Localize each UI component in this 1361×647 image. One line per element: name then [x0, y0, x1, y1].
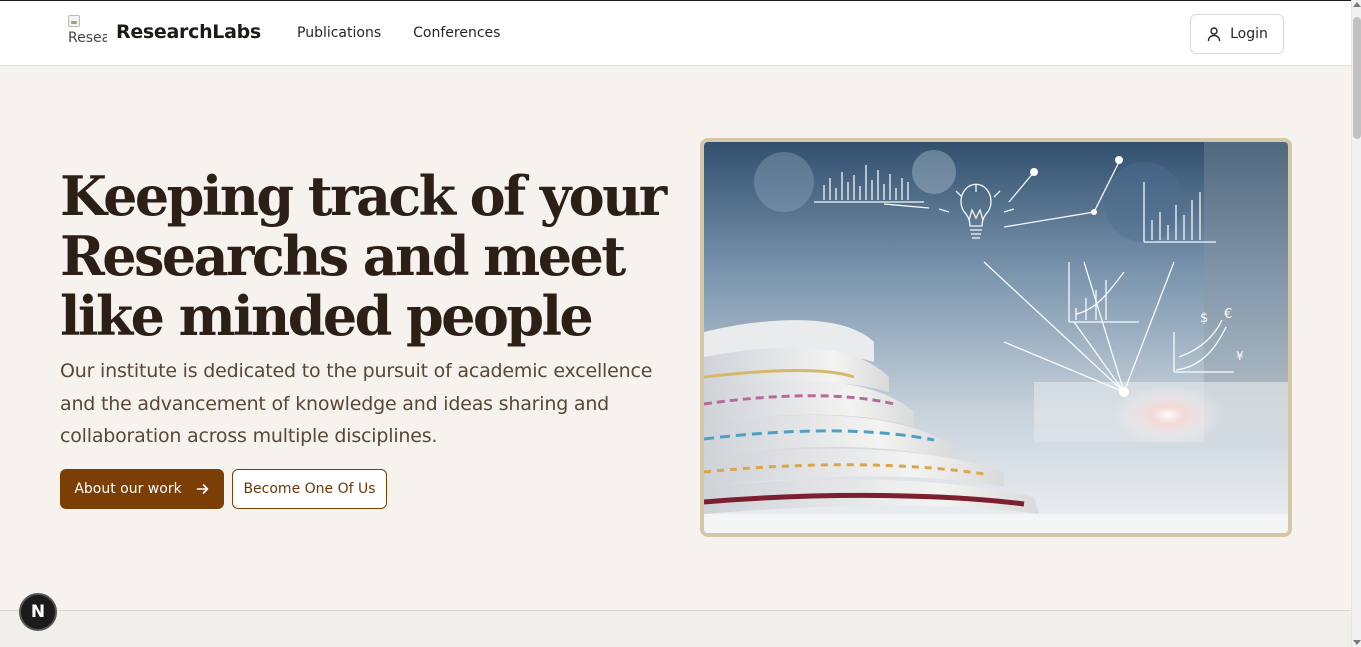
next-section-edge	[0, 610, 1351, 647]
svg-text:€: €	[1224, 307, 1232, 322]
login-label: Login	[1230, 26, 1268, 42]
svg-text:¥: ¥	[1236, 349, 1244, 363]
about-our-work-button[interactable]: About our work	[60, 469, 224, 509]
nextjs-dev-indicator[interactable]: N	[19, 593, 57, 631]
scroll-up-arrow-icon[interactable]	[1353, 2, 1361, 7]
hero-image: $ € ¥	[700, 138, 1292, 537]
login-button[interactable]: Login	[1190, 14, 1284, 54]
logo-alt-text: Research	[68, 30, 107, 46]
svg-text:$: $	[1200, 311, 1208, 326]
brand-name: ResearchLabs	[116, 21, 261, 43]
hero-description: Our institute is dedicated to the pursui…	[60, 360, 653, 447]
page: Research ResearchLabs Publications Confe…	[0, 0, 1361, 647]
scroll-down-arrow-icon[interactable]	[1353, 640, 1361, 645]
main-nav: Publications Conferences	[297, 23, 500, 43]
about-our-work-label: About our work	[74, 481, 182, 497]
vertical-scrollbar[interactable]	[1351, 0, 1361, 647]
logo-image: Research	[68, 15, 107, 49]
nav-link-publications[interactable]: Publications	[297, 23, 381, 43]
newspapers-analytics-illustration: $ € ¥	[704, 142, 1288, 533]
broken-image-icon	[68, 15, 80, 27]
user-icon	[1207, 27, 1221, 42]
nav-link-conferences[interactable]: Conferences	[413, 23, 500, 43]
arrow-right-icon	[196, 484, 208, 494]
become-one-of-us-label: Become One Of Us	[243, 481, 376, 497]
hero-title: Keeping track of your Researchs and meet…	[60, 164, 667, 348]
become-one-of-us-button[interactable]: Become One Of Us	[232, 469, 387, 509]
scrollbar-thumb[interactable]	[1353, 17, 1361, 139]
n-logo-icon: N	[30, 602, 46, 622]
brand-link[interactable]: Research ResearchLabs	[68, 15, 261, 49]
top-navbar: Research ResearchLabs Publications Confe…	[0, 0, 1351, 66]
